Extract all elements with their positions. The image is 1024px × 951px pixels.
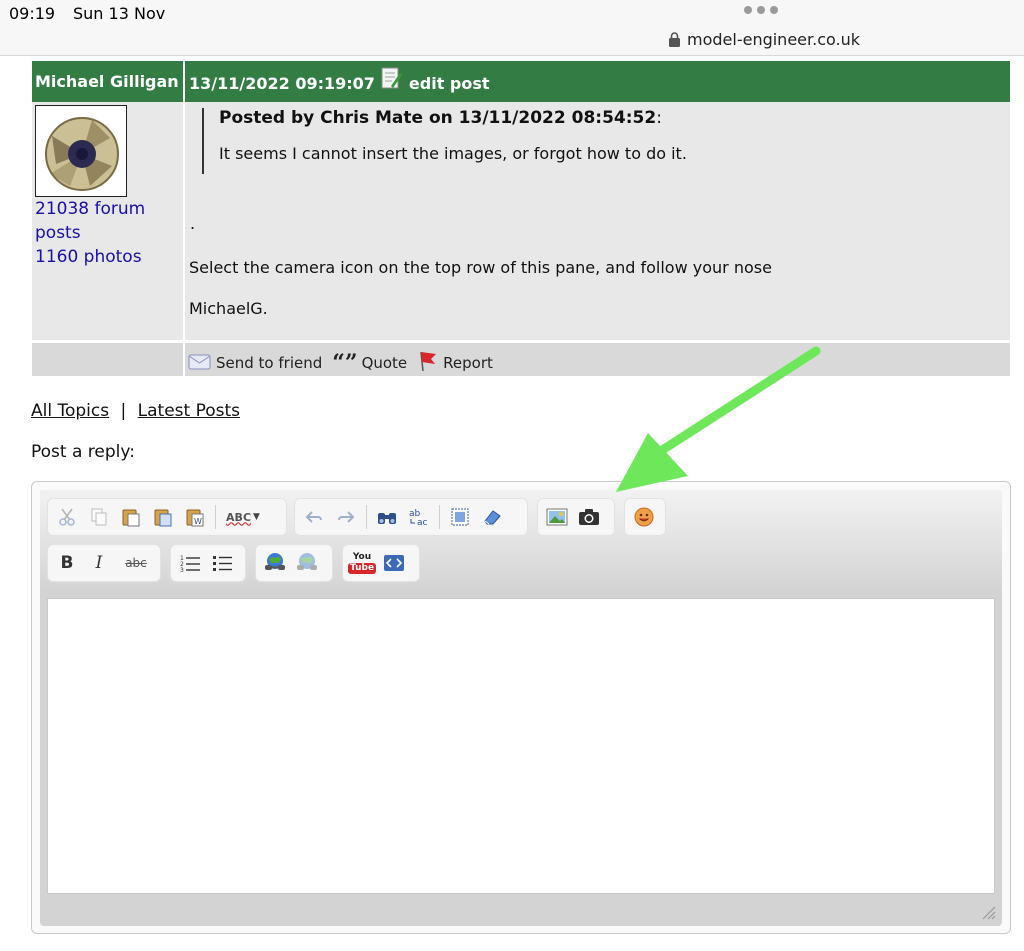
edit-group: ab ac [294, 498, 528, 536]
svg-text:W: W [194, 517, 202, 526]
avatar[interactable] [35, 105, 127, 197]
text-style-group: B I abc [47, 544, 161, 582]
camera-icon[interactable] [574, 502, 604, 532]
select-all-icon[interactable] [445, 502, 475, 532]
all-topics-link[interactable]: All Topics [31, 401, 109, 421]
embed-code-icon[interactable] [379, 548, 409, 578]
link-icon[interactable] [260, 548, 290, 578]
image-icon[interactable] [542, 502, 572, 532]
forum-post: Michael Gilligan 13/11/2022 09:19:07 edi… [32, 61, 1010, 376]
clipboard-group: W ABC ▼ [47, 498, 287, 536]
resize-handle-icon[interactable] [980, 904, 996, 920]
send-to-friend-button[interactable]: Send to friend [188, 351, 322, 375]
browser-status-bar: 09:19 Sun 13 Nov model-engineer.co.uk [0, 0, 1024, 56]
post-content: Posted by Chris Mate on 13/11/2022 08:54… [185, 102, 1010, 340]
smiley-icon[interactable] [629, 502, 659, 532]
svg-text:3: 3 [180, 567, 184, 573]
latest-posts-link[interactable]: Latest Posts [138, 401, 240, 421]
send-to-friend-label: Send to friend [216, 353, 323, 372]
quote-button[interactable]: “” Quote [332, 352, 407, 374]
reply-text-area[interactable] [47, 598, 995, 894]
youtube-tube: Tube [347, 562, 377, 574]
numbered-list-icon[interactable]: 123 [175, 548, 205, 578]
reply-signature: MichaelG. [189, 299, 268, 318]
post-header: Michael Gilligan 13/11/2022 09:19:07 edi… [32, 61, 1010, 102]
reply-editor: W ABC ▼ ab ac B I abc 1 2 3 You Tube [31, 481, 1011, 934]
embed-group: You Tube [342, 544, 420, 582]
post-timestamp: 13/11/2022 09:19:07 [189, 73, 375, 93]
spellcheck-label: ABC [226, 510, 252, 524]
find-icon[interactable] [372, 502, 402, 532]
edit-post-icon[interactable] [381, 67, 403, 91]
quote-attribution: Posted by Chris Mate on 13/11/2022 08:54… [219, 108, 657, 128]
bold-icon: B [60, 553, 74, 573]
link-group [255, 544, 333, 582]
flag-icon [417, 350, 439, 376]
post-reply-heading: Post a reply: [31, 442, 135, 462]
envelope-icon [188, 351, 212, 375]
quote-colon: : [656, 108, 662, 128]
cut-icon[interactable] [52, 502, 82, 532]
copy-icon[interactable] [84, 502, 114, 532]
chevron-down-icon: ▼ [253, 512, 260, 522]
quote-text: It seems I cannot insert the images, or … [219, 144, 687, 163]
post-author: Michael Gilligan [32, 61, 185, 102]
post-actions: Send to friend “” Quote Report [32, 340, 1010, 376]
redo-icon[interactable] [331, 502, 361, 532]
reply-dot: . [190, 214, 196, 233]
quote-block: Posted by Chris Mate on 13/11/2022 08:54… [202, 108, 687, 174]
remove-format-icon[interactable] [477, 502, 507, 532]
author-panel: 21038 forum posts 1160 photos [32, 102, 185, 340]
youtube-icon[interactable]: You Tube [347, 548, 377, 578]
paste-text-icon[interactable] [148, 502, 178, 532]
quote-icon: “” [332, 349, 358, 376]
url-text: model-engineer.co.uk [687, 30, 860, 49]
link-separator: | [120, 401, 127, 421]
paste-icon[interactable] [116, 502, 146, 532]
bold-button[interactable]: B [52, 548, 82, 578]
lock-icon [668, 32, 681, 47]
forum-posts-link[interactable]: 21038 forum posts [35, 197, 165, 245]
paste-word-icon[interactable]: W [180, 502, 210, 532]
edit-post-link[interactable]: edit post [409, 74, 490, 93]
quote-label: Quote [361, 353, 408, 372]
status-date: Sun 13 Nov [73, 4, 166, 23]
more-dots-icon[interactable] [744, 6, 778, 14]
report-label: Report [443, 353, 493, 372]
bulleted-list-icon[interactable] [207, 548, 237, 578]
undo-icon[interactable] [299, 502, 329, 532]
status-time: 09:19 [9, 4, 56, 23]
media-group [537, 498, 615, 536]
replace-icon[interactable]: ab ac [404, 502, 434, 532]
smiley-group [624, 498, 666, 536]
report-button[interactable]: Report [417, 350, 493, 376]
strikethrough-icon: abc [125, 556, 147, 570]
photos-link[interactable]: 1160 photos [35, 245, 180, 269]
post-body: 21038 forum posts 1160 photos Posted by … [32, 102, 1010, 340]
youtube-you: You [352, 551, 372, 562]
italic-icon: I [95, 553, 103, 573]
reply-text: Select the camera icon on the top row of… [189, 258, 772, 277]
address-bar[interactable]: model-engineer.co.uk [668, 30, 860, 49]
svg-text:ac: ac [417, 518, 428, 527]
italic-button[interactable]: I [84, 548, 114, 578]
spellcheck-icon[interactable]: ABC ▼ [221, 502, 265, 532]
unlink-icon[interactable] [292, 548, 322, 578]
list-group: 123 [170, 544, 246, 582]
strikethrough-button[interactable]: abc [116, 548, 156, 578]
topic-links: All Topics | Latest Posts [31, 401, 240, 421]
